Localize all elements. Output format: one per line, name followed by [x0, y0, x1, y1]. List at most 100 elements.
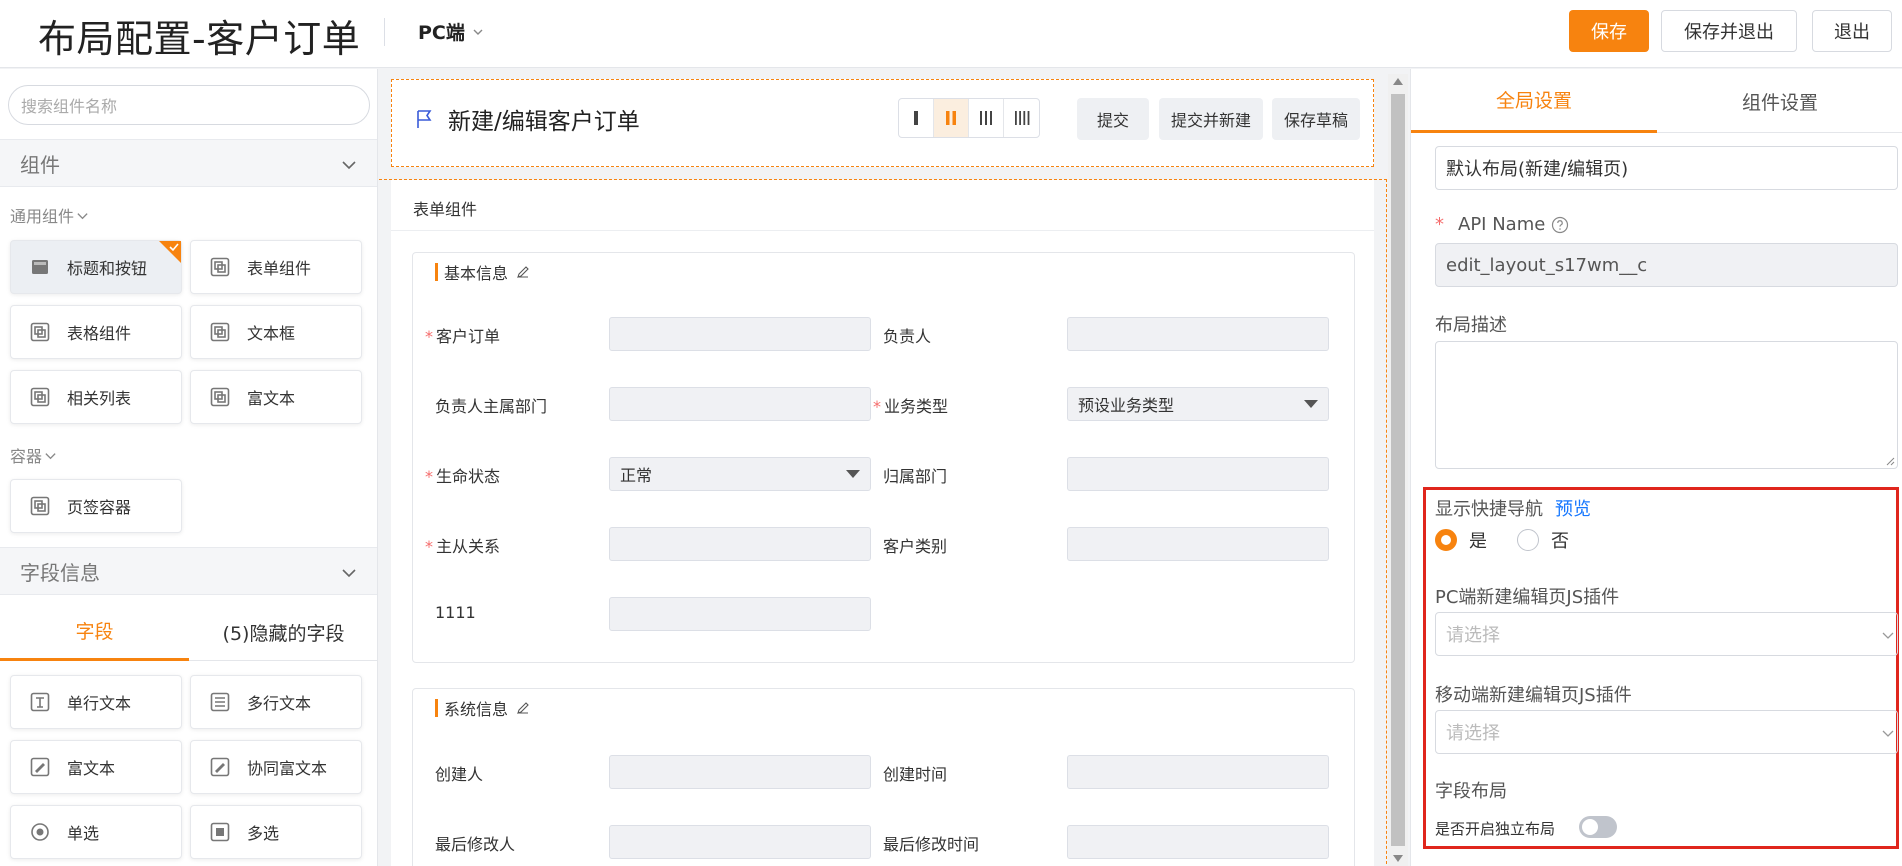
field-single-line-text[interactable]: 单行文本: [10, 675, 182, 729]
component-rich-text[interactable]: 富文本: [190, 370, 362, 424]
collab-rich-text-icon: [210, 757, 230, 777]
one-column-button[interactable]: [899, 99, 934, 137]
chevron-down-icon: [1882, 632, 1894, 639]
creator-input[interactable]: [609, 755, 871, 789]
quick-nav-yes-radio[interactable]: 是: [1435, 527, 1487, 553]
field-single-select[interactable]: 单选: [10, 805, 182, 859]
component-icon: [30, 387, 50, 407]
select-value: 正常: [620, 466, 653, 485]
help-icon[interactable]: [1551, 216, 1569, 234]
general-components-group[interactable]: 通用组件: [10, 203, 89, 227]
field-label-belong-dept: 归属部门: [883, 467, 948, 486]
page-title: 布局配置-客户订单: [38, 17, 361, 61]
two-column-button[interactable]: [934, 99, 969, 137]
customer-category-input[interactable]: [1067, 527, 1329, 561]
field-info-section-header[interactable]: 字段信息: [0, 547, 377, 595]
component-label: 页签容器: [67, 498, 132, 517]
field-multi-line-text[interactable]: 多行文本: [190, 675, 362, 729]
exit-button[interactable]: 退出: [1812, 10, 1892, 52]
field-label-last-modified-time: 最后修改时间: [883, 835, 980, 854]
form-title: 新建/编辑客户订单: [414, 102, 640, 136]
caret-down-icon: [1304, 400, 1318, 408]
customer-order-input[interactable]: [609, 317, 871, 351]
component-icon: [30, 496, 50, 516]
flag-icon: [417, 110, 432, 128]
edit-icon[interactable]: [516, 701, 530, 715]
mobile-js-plugin-select[interactable]: 请选择: [1435, 710, 1898, 754]
components-section-header[interactable]: 组件: [0, 139, 377, 187]
edit-icon[interactable]: [516, 265, 530, 279]
component-form[interactable]: 表单组件: [190, 240, 362, 294]
three-column-button[interactable]: [969, 99, 1004, 137]
biz-type-select[interactable]: 预设业务类型: [1067, 387, 1329, 421]
layout-desc-label: 布局描述: [1435, 315, 1507, 336]
save-button[interactable]: 保存: [1569, 10, 1649, 52]
canvas-scrollbar[interactable]: [1388, 74, 1408, 866]
search-input[interactable]: 搜索组件名称: [8, 85, 370, 125]
four-column-button[interactable]: [1004, 99, 1039, 137]
field-1111-input[interactable]: [609, 597, 871, 631]
pc-js-plugin-label: PC端新建编辑页JS插件: [1435, 587, 1620, 608]
field-label-customer-category: 客户类别: [883, 537, 948, 556]
tab-fields[interactable]: 字段: [0, 603, 189, 661]
section-title: 基本信息: [435, 263, 530, 283]
chevron-down-icon: [473, 29, 483, 35]
form-component[interactable]: 表单组件 基本信息 * 客户订单 负责人 负责人主属部门 * 业务类型 预设业务类型: [391, 180, 1374, 866]
submit-button[interactable]: 提交: [1077, 98, 1149, 140]
field-label-customer-order: * 客户订单: [425, 327, 501, 346]
tab-component-settings[interactable]: 组件设置: [1657, 69, 1902, 133]
field-label-creator: 创建人: [435, 765, 484, 784]
tab-global-settings[interactable]: 全局设置: [1411, 69, 1657, 133]
create-time-input[interactable]: [1067, 755, 1329, 789]
preview-link[interactable]: 预览: [1555, 495, 1591, 521]
field-multi-select[interactable]: 多选: [190, 805, 362, 859]
field-label-last-modifier: 最后修改人: [435, 835, 516, 854]
form-component-label: 表单组件: [413, 200, 478, 219]
chevron-down-icon: [1882, 730, 1894, 737]
independent-layout-toggle[interactable]: [1579, 816, 1617, 838]
field-collab-rich-text[interactable]: 协同富文本: [190, 740, 362, 794]
life-status-select[interactable]: 正常: [609, 457, 871, 491]
settings-tabs: 全局设置 组件设置: [1411, 69, 1902, 133]
scrollbar-thumb[interactable]: [1391, 94, 1405, 846]
component-title-and-buttons[interactable]: 标题和按钮: [10, 240, 182, 294]
platform-selector[interactable]: PC端: [418, 18, 485, 45]
quick-nav-no-radio[interactable]: 否: [1517, 527, 1569, 553]
field-label-owner: 负责人: [883, 327, 932, 346]
field-label: 富文本: [67, 759, 116, 778]
last-modifier-input[interactable]: [609, 825, 871, 859]
tab-hidden-fields[interactable]: (5)隐藏的字段: [189, 603, 377, 661]
pc-js-plugin-select[interactable]: 请选择: [1435, 612, 1898, 656]
field-label: 单行文本: [67, 694, 132, 713]
save-draft-button[interactable]: 保存草稿: [1272, 98, 1360, 140]
component-textbox[interactable]: 文本框: [190, 305, 362, 359]
scroll-down-arrow[interactable]: [1393, 855, 1403, 862]
title-button-block[interactable]: 新建/编辑客户订单 提交 提交并新建 保存草稿: [391, 79, 1374, 167]
layout-name-input[interactable]: 默认布局(新建/编辑页): [1435, 146, 1898, 190]
component-table[interactable]: 表格组件: [10, 305, 182, 359]
chevron-down-icon: [77, 212, 88, 219]
master-detail-input[interactable]: [609, 527, 871, 561]
component-related-list[interactable]: 相关列表: [10, 370, 182, 424]
container-group[interactable]: 容器: [10, 443, 57, 467]
scroll-up-arrow[interactable]: [1393, 78, 1403, 85]
basic-info-section[interactable]: 基本信息 * 客户订单 负责人 负责人主属部门 * 业务类型 预设业务类型 * 生命状…: [412, 252, 1355, 663]
submit-and-new-button[interactable]: 提交并新建: [1159, 98, 1263, 140]
resize-grip-icon[interactable]: [1883, 454, 1895, 466]
save-exit-button[interactable]: 保存并退出: [1661, 10, 1797, 52]
owner-dept-input[interactable]: [609, 387, 871, 421]
layout-desc-textarea[interactable]: [1435, 341, 1898, 469]
owner-input[interactable]: [1067, 317, 1329, 351]
component-tab-container[interactable]: 页签容器: [10, 479, 182, 533]
two-column-icon: [946, 111, 956, 125]
field-label-owner-dept: 负责人主属部门: [435, 397, 548, 416]
radio-icon: [31, 823, 49, 841]
last-modified-time-input[interactable]: [1067, 825, 1329, 859]
radio-label: 是: [1469, 531, 1487, 552]
system-info-section[interactable]: 系统信息 创建人 创建时间 最后修改人 最后修改时间: [412, 688, 1355, 866]
field-rich-text[interactable]: 富文本: [10, 740, 182, 794]
components-section-title: 组件: [20, 152, 60, 177]
general-group-label: 通用组件: [10, 207, 75, 226]
radio-label: 否: [1551, 531, 1569, 552]
belong-dept-input[interactable]: [1067, 457, 1329, 491]
